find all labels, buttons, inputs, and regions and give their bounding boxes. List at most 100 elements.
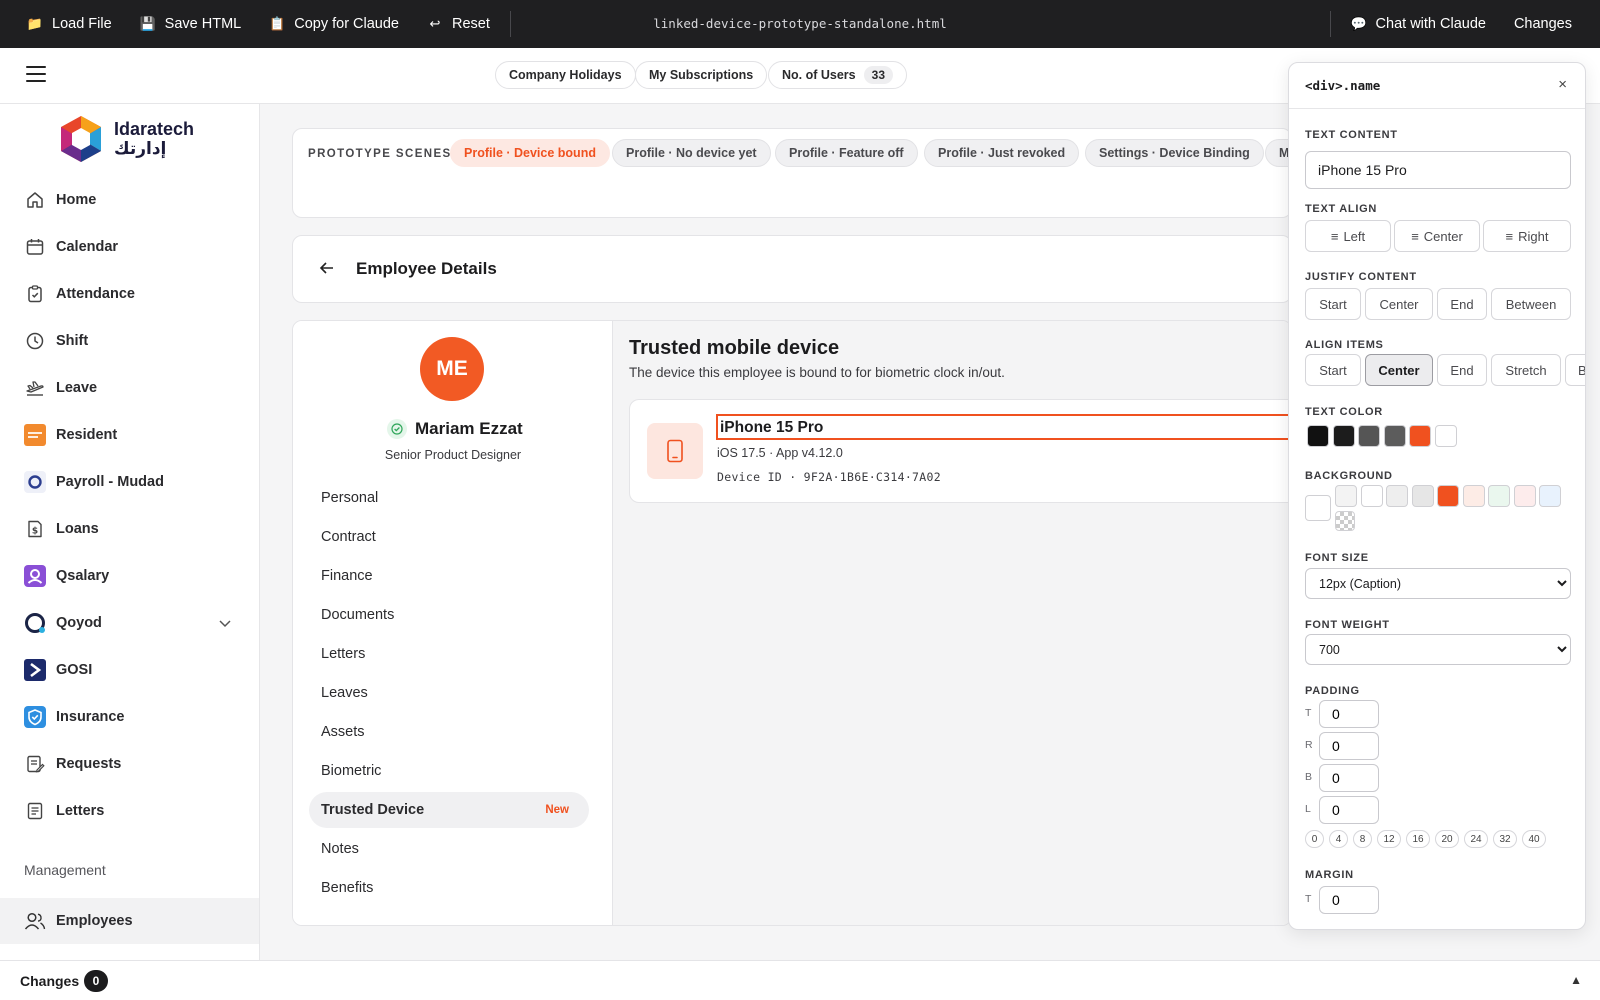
sidebar-item-letters[interactable]: Letters [0, 788, 259, 834]
my-subscriptions-button[interactable]: My Subscriptions [635, 61, 768, 89]
text-color-swatch[interactable] [1383, 425, 1406, 447]
justify-center-button[interactable]: Center [1365, 288, 1433, 320]
users-count-pill[interactable]: No. of Users 33 [768, 61, 907, 89]
menu-icon[interactable] [26, 66, 46, 84]
background-color-swatch[interactable] [1437, 485, 1459, 507]
tab-assets[interactable]: Assets [309, 714, 589, 750]
padding-preset-chip[interactable]: 8 [1353, 830, 1372, 848]
tab-notes[interactable]: Notes [309, 831, 589, 867]
close-icon[interactable]: × [1558, 76, 1567, 93]
text-color-swatch[interactable] [1409, 425, 1431, 447]
back-arrow-icon[interactable] [318, 259, 336, 277]
align-center-button[interactable]: Center [1365, 354, 1433, 386]
reset-button[interactable]: ↩ Reset [413, 0, 504, 48]
padding-preset-chip[interactable]: 40 [1522, 830, 1546, 848]
text-color-swatch[interactable] [1358, 425, 1380, 447]
align-end-button[interactable]: End [1437, 354, 1487, 386]
sidebar-item-home[interactable]: Home [0, 177, 259, 223]
background-color-swatch[interactable] [1335, 485, 1357, 507]
background-color-swatch[interactable] [1488, 485, 1510, 507]
employee-role: Senior Product Designer [384, 448, 522, 462]
padding-preset-chip[interactable]: 32 [1493, 830, 1517, 848]
justify-end-button[interactable]: End [1437, 288, 1487, 320]
sidebar-item-requests[interactable]: Requests [0, 741, 259, 787]
scene-profile-device-bound[interactable]: Profile · Device bound [450, 139, 610, 167]
text-align-center-button[interactable]: ≡ Center [1394, 220, 1480, 252]
sidebar-item-gosi[interactable]: GOSI [0, 647, 259, 693]
text-align-right-button[interactable]: ≡ Right [1483, 220, 1571, 252]
sidebar-item-loans[interactable]: $ Loans [0, 506, 259, 552]
padding-preset-chip[interactable]: 20 [1435, 830, 1459, 848]
align-stretch-button[interactable]: Stretch [1491, 354, 1561, 386]
sidebar-item-payroll-mudad[interactable]: Payroll - Mudad [0, 459, 259, 505]
text-color-swatch[interactable] [1332, 425, 1355, 447]
tab-leaves[interactable]: Leaves [309, 675, 589, 711]
padding-preset-chip[interactable]: 16 [1406, 830, 1430, 848]
padding-preset-chip[interactable]: 24 [1464, 830, 1488, 848]
text-content-label: TEXT CONTENT [1305, 129, 1398, 141]
padding-preset-chip[interactable]: 4 [1329, 830, 1348, 848]
new-badge: New [545, 804, 569, 816]
padding-top-input[interactable] [1319, 700, 1379, 728]
align-baseline-button[interactable]: Ba [1565, 354, 1585, 386]
transparent-swatch[interactable] [1335, 511, 1355, 531]
background-color-swatch[interactable] [1462, 485, 1485, 507]
sidebar-item-leave[interactable]: Leave [0, 365, 259, 411]
text-color-swatch[interactable] [1434, 425, 1457, 447]
device-card: iPhone 15 Pro iOS 17.5 · App v4.12.0 Dev… [629, 399, 1291, 503]
padding-right-input[interactable] [1319, 732, 1379, 760]
align-lines-icon: ≡ [1411, 228, 1419, 244]
tab-documents[interactable]: Documents [309, 597, 589, 633]
chevron-down-icon[interactable] [218, 616, 232, 630]
font-size-select[interactable]: 12px (Caption) [1305, 568, 1571, 599]
sidebar-item-qoyod[interactable]: Qoyod [0, 600, 259, 646]
save-html-button[interactable]: 💾 Save HTML [126, 0, 256, 48]
copy-for-claude-button[interactable]: 📋 Copy for Claude [255, 0, 413, 48]
background-color-swatch[interactable] [1513, 485, 1536, 507]
scene-profile-no-device[interactable]: Profile · No device yet [612, 139, 771, 167]
scene-settings-device-binding[interactable]: Settings · Device Binding [1085, 139, 1264, 167]
toolbar-divider [509, 11, 511, 37]
padding-bottom-input[interactable] [1319, 764, 1379, 792]
justify-between-button[interactable]: Between [1491, 288, 1571, 320]
company-holidays-button[interactable]: Company Holidays [495, 61, 636, 89]
sidebar-item-attendance[interactable]: Attendance [0, 271, 259, 317]
background-color-swatch[interactable] [1386, 485, 1408, 507]
background-color-swatch[interactable] [1539, 485, 1561, 507]
tab-biometric[interactable]: Biometric [309, 753, 589, 789]
changes-button[interactable]: Changes [1500, 0, 1600, 48]
text-align-left-button[interactable]: ≡ Left [1305, 220, 1391, 252]
tab-benefits[interactable]: Benefits [309, 870, 589, 906]
tab-contract[interactable]: Contract [309, 519, 589, 555]
text-color-swatch[interactable] [1307, 425, 1329, 447]
scene-profile-feature-off[interactable]: Profile · Feature off [775, 139, 918, 167]
background-color-swatch[interactable] [1411, 485, 1434, 507]
padding-preset-chip[interactable]: 0 [1305, 830, 1324, 848]
chat-with-claude-button[interactable]: 💬 Chat with Claude [1337, 0, 1500, 48]
font-weight-select[interactable]: 700 [1305, 634, 1571, 665]
margin-top-input[interactable] [1319, 886, 1379, 914]
text-content-input[interactable]: iPhone 15 Pro [1305, 151, 1571, 189]
padding-left-input[interactable] [1319, 796, 1379, 824]
caret-up-icon[interactable]: ▲ [1570, 973, 1582, 987]
device-name[interactable]: iPhone 15 Pro [716, 414, 1291, 440]
scene-profile-just-revoked[interactable]: Profile · Just revoked [924, 139, 1080, 167]
sidebar-item-resident[interactable]: Resident [0, 412, 259, 458]
align-start-button[interactable]: Start [1305, 354, 1361, 386]
tab-letters[interactable]: Letters [309, 636, 589, 672]
background-color-swatch[interactable] [1360, 485, 1383, 507]
justify-start-button[interactable]: Start [1305, 288, 1361, 320]
tab-trusted-device[interactable]: Trusted Device New [309, 792, 589, 828]
sidebar-item-insurance[interactable]: Insurance [0, 694, 259, 740]
sidebar-item-calendar[interactable]: Calendar [0, 224, 259, 270]
sidebar-item-shift[interactable]: Shift [0, 318, 259, 364]
load-file-button[interactable]: 📁 Load File [0, 0, 126, 48]
tab-personal[interactable]: Personal [309, 480, 589, 516]
background-color-swatch[interactable] [1305, 495, 1331, 521]
attendance-icon [24, 283, 46, 305]
tab-finance[interactable]: Finance [309, 558, 589, 594]
changes-label[interactable]: Changes [20, 973, 79, 989]
sidebar-item-employees[interactable]: Employees [0, 898, 259, 944]
sidebar-item-qsalary[interactable]: Qsalary [0, 553, 259, 599]
padding-preset-chip[interactable]: 12 [1377, 830, 1401, 848]
